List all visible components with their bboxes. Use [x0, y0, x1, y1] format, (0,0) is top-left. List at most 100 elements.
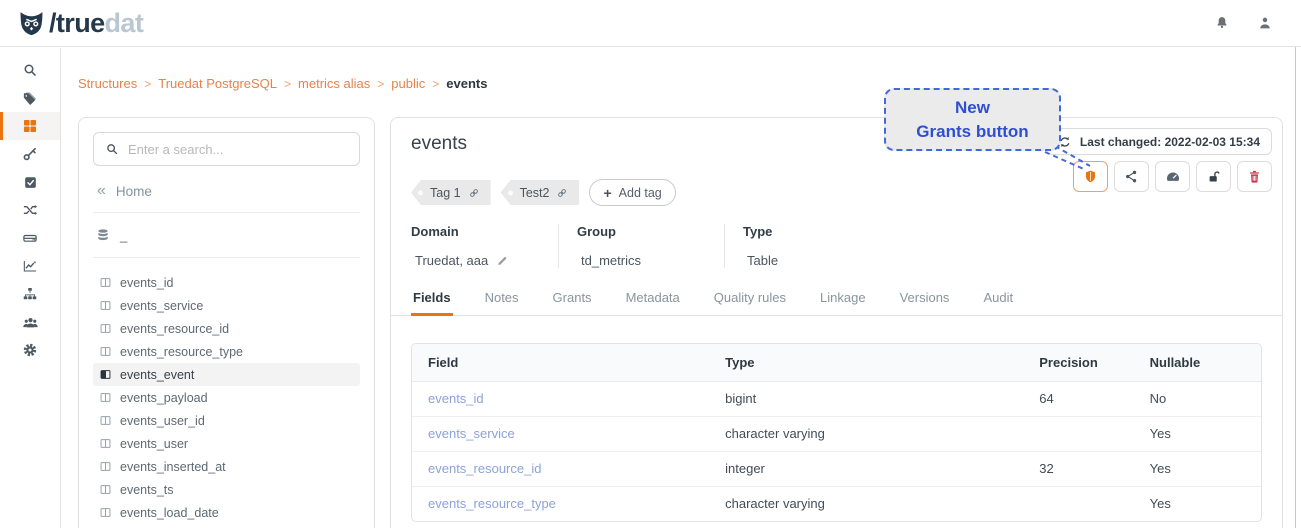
table-cell [1023, 486, 1133, 521]
tab-linkage[interactable]: Linkage [818, 290, 868, 315]
check-square-icon [23, 175, 38, 190]
tab-audit[interactable]: Audit [981, 290, 1015, 315]
share-button[interactable] [1114, 161, 1149, 192]
link-icon[interactable] [556, 187, 568, 199]
gear-icon [22, 342, 38, 358]
table-cell: character varying [709, 486, 1023, 521]
delete-button[interactable] [1237, 161, 1272, 192]
meta-domain: Domain Truedat, aaa [411, 224, 558, 268]
field-name-link[interactable]: events_resource_id [412, 451, 709, 486]
sidebar-item-permissions[interactable] [0, 140, 60, 168]
field-list-item[interactable]: events_inserted_at [93, 455, 360, 478]
table-row: events_resource_typecharacter varying Yes [412, 486, 1261, 521]
table-columns-icon [99, 506, 112, 519]
sidebar [0, 48, 61, 528]
table-columns-icon [99, 345, 112, 358]
table-cell: Yes [1134, 486, 1261, 521]
user-icon[interactable] [1257, 15, 1273, 31]
sidebar-item-user-groups[interactable] [0, 308, 60, 336]
breadcrumb-link[interactable]: Truedat PostgreSQL [158, 76, 277, 91]
field-item-label: events_load_date [120, 506, 219, 520]
tag-chip[interactable]: Tag 1 [411, 180, 491, 205]
structure-detail-panel: events Last changed: 2022-02-03 15:34 [390, 117, 1283, 528]
edit-pencil-icon[interactable] [496, 254, 509, 267]
sidebar-item-lineage[interactable] [0, 196, 60, 224]
tab-versions[interactable]: Versions [898, 290, 952, 315]
tab-quality-rules[interactable]: Quality rules [712, 290, 788, 315]
field-list-item[interactable]: events_user [93, 432, 360, 455]
truedat-logo[interactable]: /truedat [18, 10, 143, 37]
sidebar-item-dashboards[interactable] [0, 252, 60, 280]
tag-chip[interactable]: Test2 [501, 180, 580, 205]
meta-row: Domain Truedat, aaa Group td_metrics [411, 224, 1262, 268]
tag-label: Tag 1 [430, 186, 461, 200]
root-structure-item[interactable]: _ [96, 226, 360, 244]
table-columns-icon [99, 299, 112, 312]
search-input[interactable] [128, 142, 348, 157]
column-header: Field [412, 344, 709, 381]
divider [93, 212, 360, 213]
field-item-label: events_service [120, 299, 203, 313]
field-list-item[interactable]: events_ts [93, 478, 360, 501]
field-item-label: events_resource_id [120, 322, 229, 336]
field-list-item[interactable]: events_id [93, 271, 360, 294]
sidebar-item-hierarchy[interactable] [0, 280, 60, 308]
field-list-item[interactable]: events_service [93, 294, 360, 317]
field-name-link[interactable]: events_resource_type [412, 486, 709, 521]
field-name-link[interactable]: events_id [412, 381, 709, 416]
field-list-item[interactable]: events_load_date [93, 501, 360, 524]
share-icon [1124, 169, 1139, 184]
field-name-link[interactable]: events_service [412, 416, 709, 451]
sidebar-item-sources[interactable] [0, 224, 60, 252]
key-icon [22, 146, 38, 162]
scrollbar-edge[interactable] [1295, 47, 1296, 528]
tab-metadata[interactable]: Metadata [624, 290, 682, 315]
field-list-item[interactable]: events_resource_id [93, 317, 360, 340]
table-cell: bigint [709, 381, 1023, 416]
tab-fields[interactable]: Fields [411, 290, 453, 316]
type-label: Type [743, 224, 944, 239]
lock-button[interactable] [1196, 161, 1231, 192]
field-item-label: events_user [120, 437, 188, 451]
table-columns-icon [99, 437, 112, 450]
sidebar-item-search[interactable] [0, 56, 60, 84]
breadcrumb-link[interactable]: metrics alias [298, 76, 370, 91]
home-label: Home [116, 184, 152, 199]
breadcrumb-link[interactable]: Structures [78, 76, 137, 91]
table-columns-icon [99, 276, 112, 289]
dashboard-gauge-icon [1165, 169, 1181, 185]
field-list-item[interactable]: events_resource_type [93, 340, 360, 363]
home-link[interactable]: « Home [97, 183, 360, 199]
last-changed-label: Last changed: 2022-02-03 15:34 [1080, 135, 1260, 149]
table-columns-icon [99, 414, 112, 427]
tag-label: Test2 [520, 186, 550, 200]
field-list-item[interactable]: events_user_id [93, 409, 360, 432]
add-tag-button[interactable]: + Add tag [589, 179, 675, 206]
tab-notes[interactable]: Notes [483, 290, 521, 315]
dashboard-button[interactable] [1155, 161, 1190, 192]
group-label: Group [577, 224, 724, 239]
sidebar-item-tags[interactable] [0, 84, 60, 112]
breadcrumb-separator: > [144, 77, 151, 91]
column-header: Nullable [1134, 344, 1261, 381]
sidebar-item-rules[interactable] [0, 168, 60, 196]
breadcrumb-link[interactable]: public [391, 76, 425, 91]
structure-browser-panel: « Home _ events_id [78, 117, 375, 528]
sidebar-item-settings[interactable] [0, 336, 60, 364]
fields-table: FieldTypePrecisionNullable events_idbigi… [411, 343, 1262, 522]
sidebar-item-structures[interactable] [0, 112, 60, 140]
hdd-icon [22, 230, 38, 246]
toolbar [1073, 161, 1272, 192]
unlock-icon [1206, 169, 1221, 184]
field-item-label: events_id [120, 276, 174, 290]
link-icon[interactable] [468, 187, 480, 199]
group-value: td_metrics [581, 253, 641, 268]
tab-grants[interactable]: Grants [551, 290, 594, 315]
table-cell: 64 [1023, 381, 1133, 416]
shuffle-icon [22, 202, 38, 218]
table-row: events_idbigint64No [412, 381, 1261, 416]
field-list-item[interactable]: events_event [93, 363, 360, 386]
breadcrumb-separator: > [377, 77, 384, 91]
field-list-item[interactable]: events_payload [93, 386, 360, 409]
bell-icon[interactable] [1214, 15, 1230, 31]
